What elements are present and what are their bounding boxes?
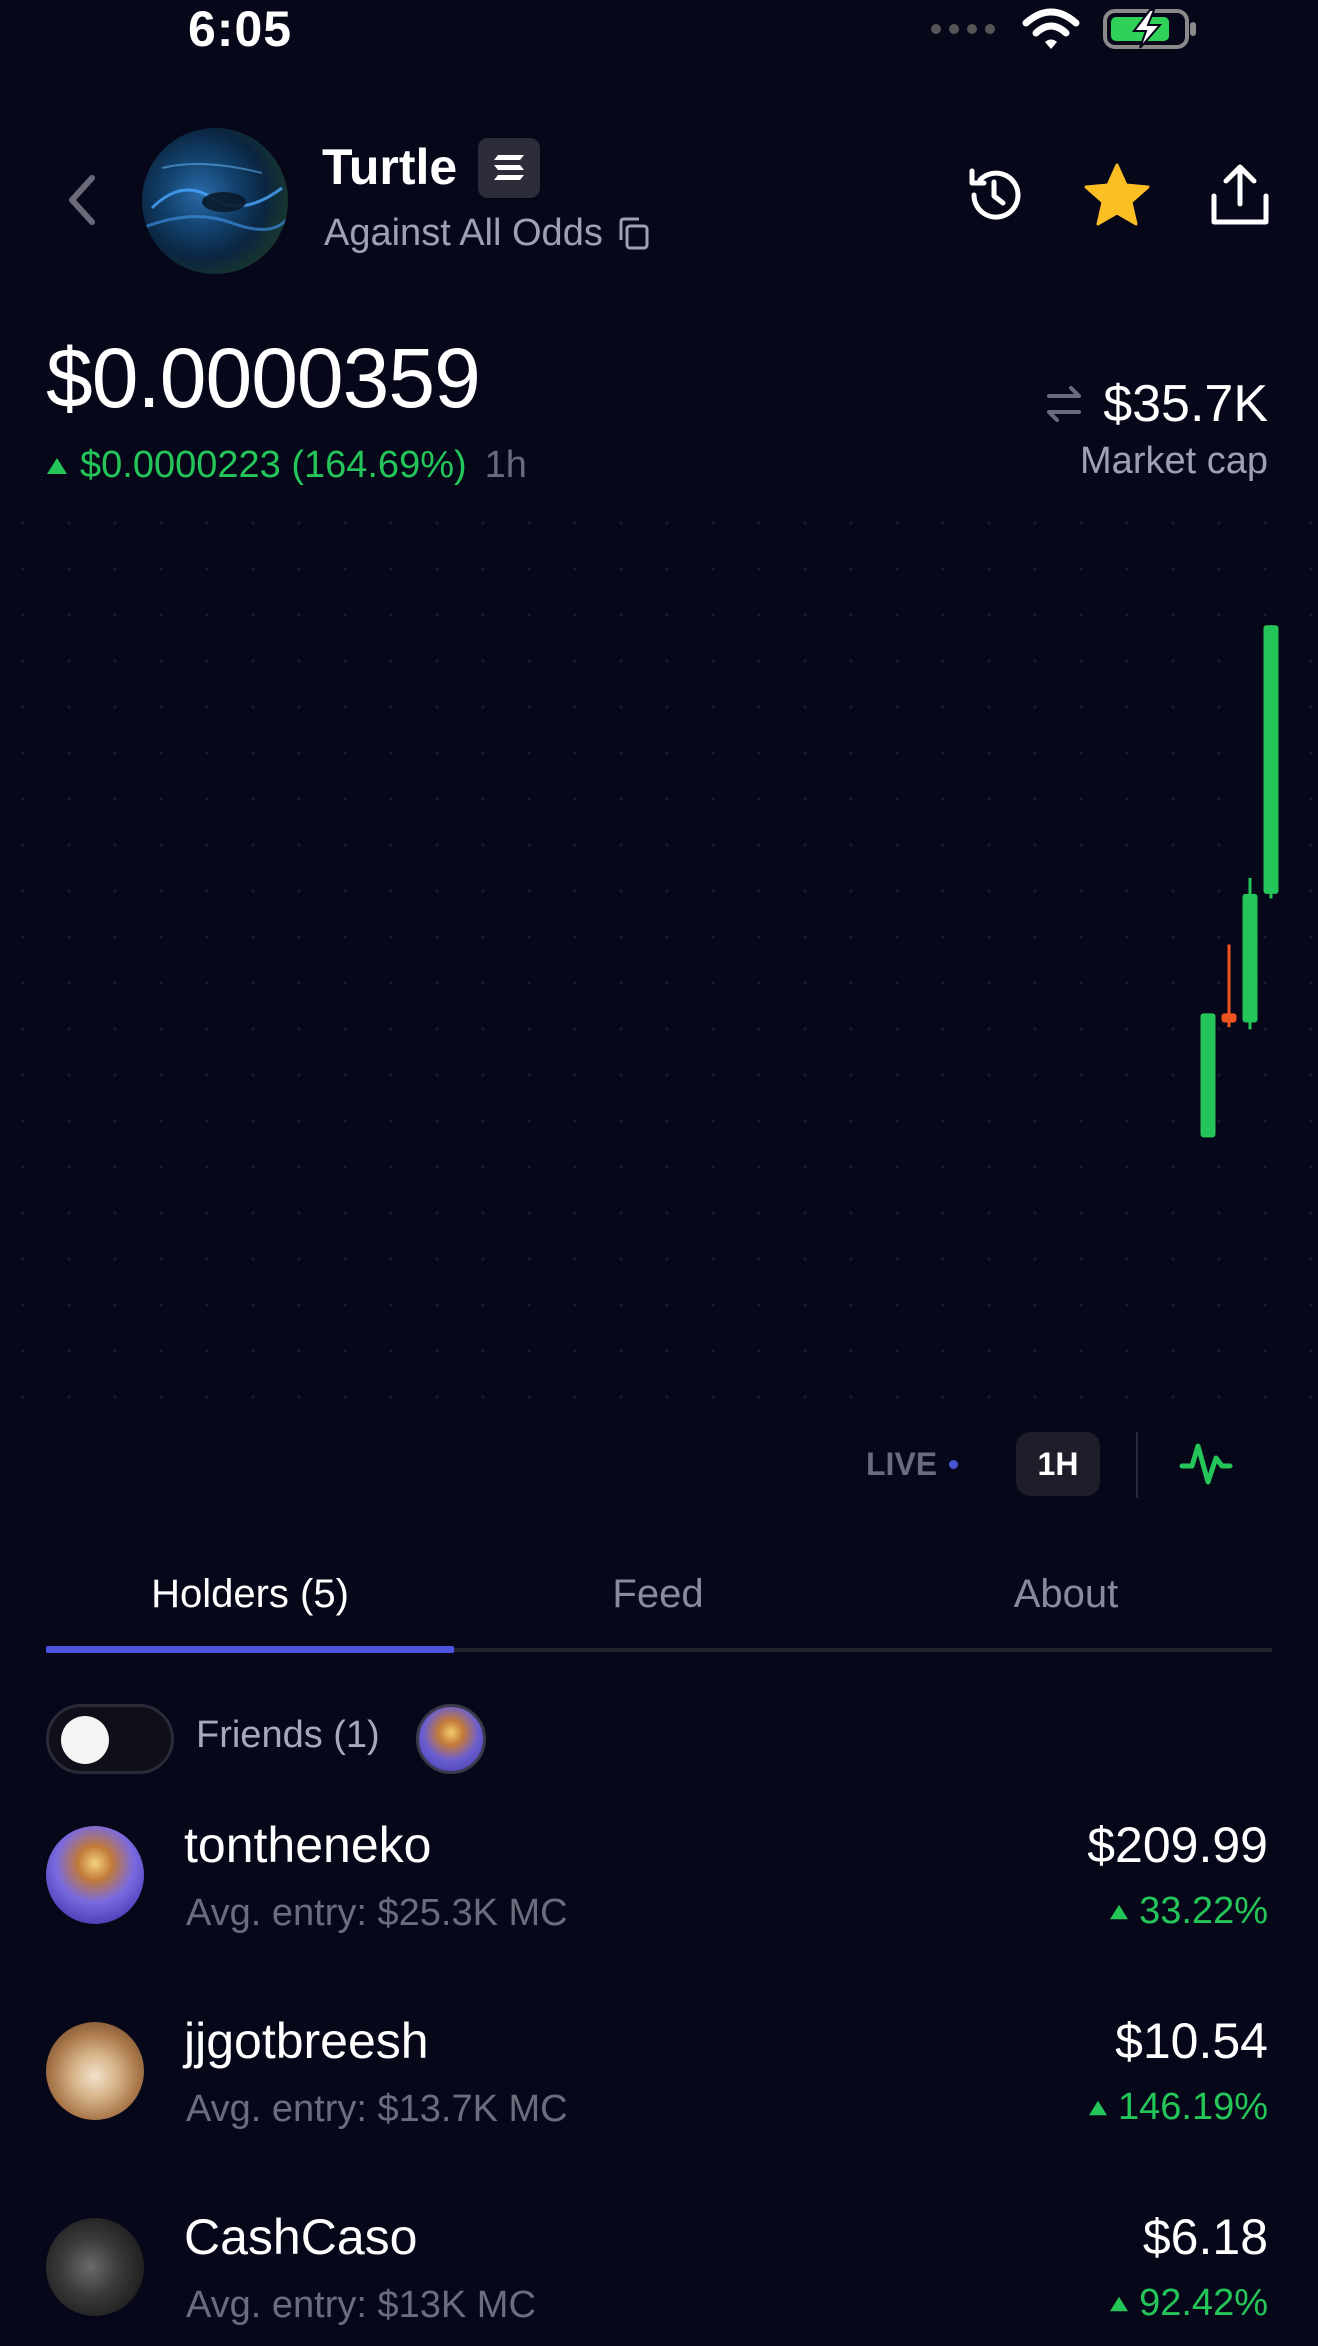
price-chart[interactable]	[0, 500, 1318, 1420]
holder-pct: 146.19%	[1088, 2086, 1268, 2129]
header-actions	[962, 162, 1272, 228]
holder-pct-value: 146.19%	[1117, 2086, 1268, 2128]
triangle-up-icon	[1110, 2296, 1129, 2311]
live-dot	[949, 1460, 959, 1469]
friends-label: Friends (1)	[196, 1714, 380, 1756]
candle-body	[1221, 1013, 1237, 1023]
current-price: $0.0000359	[46, 331, 481, 425]
market-cap-label: Market cap	[1080, 440, 1268, 482]
friend-avatar	[416, 1704, 486, 1774]
holder-name: tontheneko	[184, 1817, 432, 1873]
live-indicator[interactable]: LIVE	[866, 1446, 959, 1483]
holder-entry: Avg. entry: $25.3K MC	[186, 1892, 568, 1934]
price-change: $0.0000223 (164.69%) 1h	[46, 444, 527, 487]
swap-arrows-icon	[1047, 386, 1082, 422]
holder-name: jjgotbreesh	[184, 2013, 429, 2069]
market-cap[interactable]: $35.7K	[1043, 374, 1268, 434]
holder-pct-value: 33.22%	[1139, 1890, 1268, 1932]
holder-value: $10.54	[1115, 2013, 1268, 2069]
solana-icon	[478, 138, 540, 198]
status-time: 6:05	[188, 1, 293, 57]
line-chart-toggle-icon[interactable]	[1178, 1436, 1234, 1492]
history-icon[interactable]	[962, 163, 1026, 227]
holder-pct: 33.22%	[1109, 1890, 1268, 1933]
tab-feed[interactable]: Feed	[454, 1572, 862, 1617]
triangle-up-icon	[1110, 1904, 1129, 1919]
holder-pct: 92.42%	[1109, 2282, 1268, 2325]
avatar	[46, 2022, 144, 2120]
holder-value: $209.99	[1087, 1817, 1268, 1873]
avatar	[46, 2218, 144, 2316]
token-screen: 6:05 Turtle Against All Odds $0.0000359 …	[0, 0, 1318, 2346]
token-name: Turtle	[322, 139, 458, 195]
candle-body	[1242, 893, 1258, 1023]
triangle-up-icon	[47, 457, 67, 474]
holder-entry: Avg. entry: $13K MC	[186, 2284, 536, 2326]
toggle-knob	[61, 1716, 109, 1764]
tab-holders[interactable]: Holders (5)	[46, 1572, 454, 1617]
holder-entry: Avg. entry: $13.7K MC	[186, 2088, 568, 2130]
token-avatar	[142, 128, 288, 274]
token-subtitle-row[interactable]: Against All Odds	[324, 212, 651, 255]
tab-about[interactable]: About	[862, 1572, 1270, 1617]
friends-toggle[interactable]	[46, 1704, 174, 1774]
battery-charging-icon	[1103, 9, 1196, 49]
triangle-up-icon	[1088, 2100, 1107, 2115]
controls-divider	[1136, 1432, 1138, 1498]
holder-value: $6.18	[1142, 2209, 1268, 2265]
back-chevron-icon[interactable]	[58, 170, 108, 230]
status-icons	[930, 4, 1198, 54]
price-change-timeframe: 1h	[484, 444, 527, 486]
avatar	[46, 1826, 144, 1924]
live-label: LIVE	[866, 1446, 938, 1482]
holder-pct-value: 92.42%	[1139, 2282, 1268, 2324]
copy-icon[interactable]	[617, 216, 651, 252]
candle-body	[1263, 625, 1279, 894]
star-icon[interactable]	[1082, 162, 1152, 228]
share-icon[interactable]	[1208, 162, 1272, 228]
market-cap-value: $35.7K	[1103, 375, 1268, 433]
token-subtitle: Against All Odds	[324, 212, 603, 254]
timeframe-button[interactable]: 1H	[1016, 1432, 1100, 1496]
wifi-icon	[1022, 8, 1080, 49]
price-change-value: $0.0000223 (164.69%)	[80, 444, 467, 486]
holder-name: CashCaso	[184, 2209, 418, 2265]
tab-active-indicator	[46, 1646, 454, 1653]
signal-dots-icon	[931, 24, 995, 34]
candle-body	[1200, 1013, 1216, 1138]
